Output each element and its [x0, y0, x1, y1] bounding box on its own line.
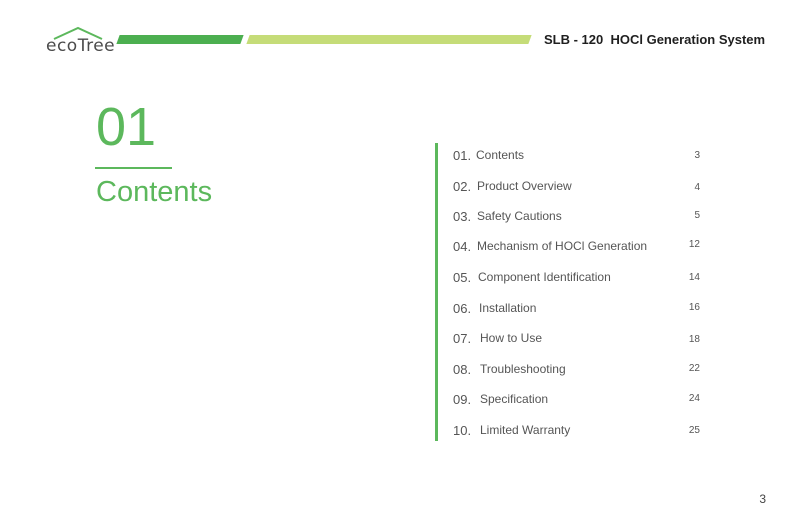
logo-text: ecoTree: [46, 36, 116, 56]
toc-item-page: 18: [688, 334, 700, 345]
toc-item-page: 4: [694, 182, 700, 193]
toc-item-safety-cautions[interactable]: 03. Safety Cautions 5: [0, 209, 808, 229]
toc-item-number: 02.: [453, 179, 472, 194]
ecotree-logo: ecoTree: [46, 26, 115, 56]
toc-item-number: 09.: [453, 392, 472, 407]
toc-item-page: 12: [688, 239, 700, 250]
toc-item-label: Component Identification: [478, 270, 611, 284]
toc-item-page: 5: [694, 210, 700, 221]
toc-item-label: Specification: [480, 392, 549, 406]
toc-item-troubleshooting[interactable]: 08. Troubleshooting 22: [0, 362, 808, 382]
toc-item-number: 03.: [453, 209, 472, 224]
toc-item-label: Limited Warranty: [480, 423, 571, 437]
toc-item-number: 08.: [453, 362, 472, 377]
toc-item-how-to-use[interactable]: 07. How to Use 18: [0, 331, 808, 351]
toc-item-page: 25: [688, 425, 700, 436]
header-band-light: [246, 35, 532, 44]
toc-item-label: How to Use: [480, 331, 543, 345]
toc-item-specification[interactable]: 09. Specification 24: [0, 392, 808, 412]
toc-item-label: Mechanism of HOCl Generation: [477, 239, 648, 253]
section-number: 01: [96, 97, 157, 157]
document-title: SLB - 120 HOCl Generation System: [544, 32, 766, 47]
page-number: 3: [759, 492, 766, 506]
toc-item-number: 07.: [453, 331, 472, 346]
toc-item-label: Installation: [479, 301, 537, 315]
toc-item-contents[interactable]: 01. Contents 3: [0, 148, 808, 168]
toc-item-number: 01.: [453, 148, 472, 163]
header-band-dark: [116, 35, 244, 44]
toc-item-number: 10.: [453, 423, 472, 438]
toc-item-mechanism[interactable]: 04. Mechanism of HOCl Generation 12: [0, 239, 808, 259]
toc-item-limited-warranty[interactable]: 10. Limited Warranty 25: [0, 423, 808, 443]
toc-item-label: Safety Cautions: [477, 209, 562, 223]
toc-item-number: 05.: [453, 270, 472, 285]
toc-item-page: 24: [688, 393, 700, 404]
toc-item-label: Troubleshooting: [480, 362, 566, 376]
toc-item-installation[interactable]: 06. Installation 16: [0, 301, 808, 321]
toc-item-label: Contents: [476, 148, 525, 162]
toc-item-page: 16: [688, 302, 700, 313]
toc-item-page: 3: [694, 150, 700, 161]
toc-item-product-overview[interactable]: 02. Product Overview 4: [0, 179, 808, 199]
toc-item-label: Product Overview: [477, 179, 572, 193]
toc-item-page: 22: [688, 363, 700, 374]
toc-item-component-identification[interactable]: 05. Component Identification 14: [0, 270, 808, 290]
toc-item-number: 06.: [453, 301, 472, 316]
toc-item-page: 14: [688, 272, 700, 283]
toc-item-number: 04.: [453, 239, 472, 254]
